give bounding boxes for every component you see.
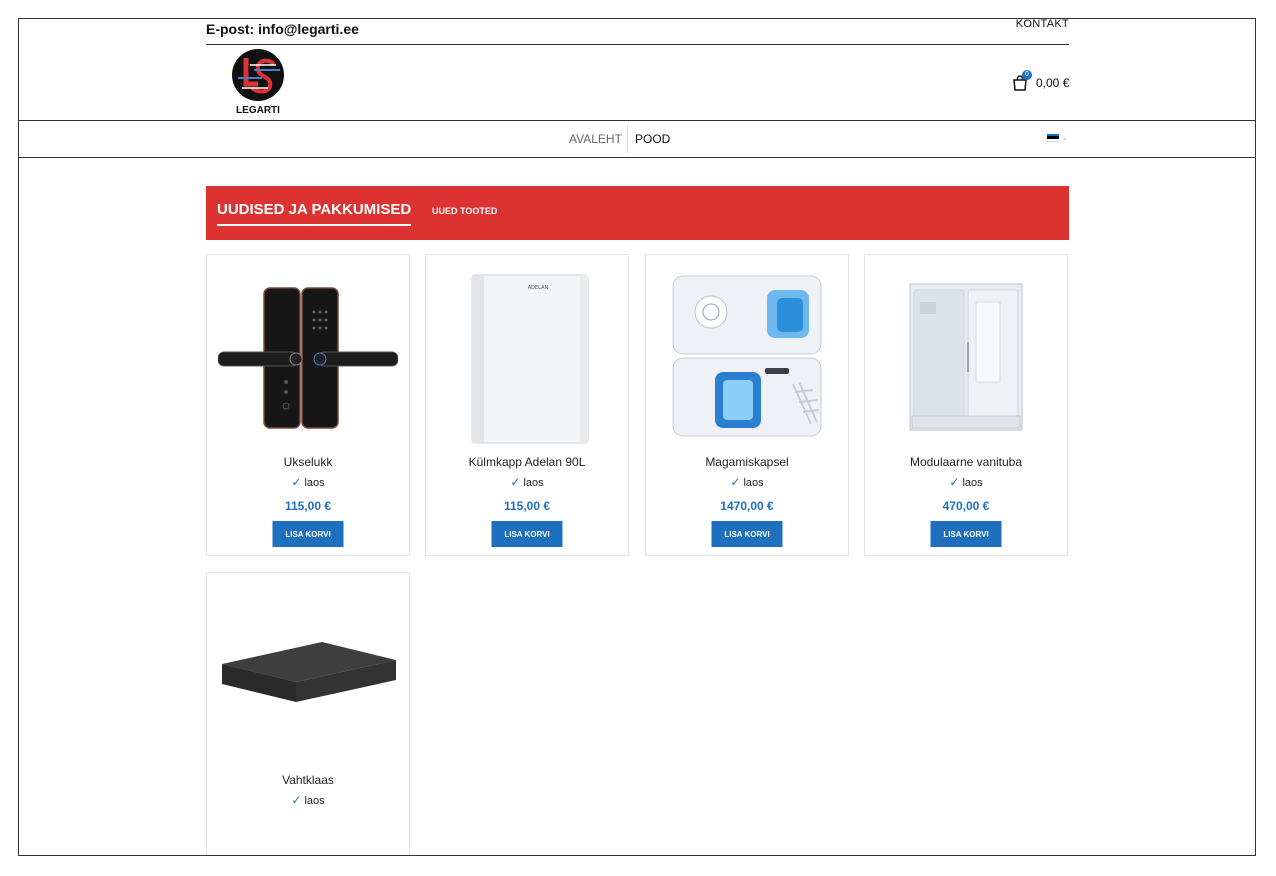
product-price: 1470,00 € [720, 499, 774, 513]
foam-board-icon [222, 642, 396, 702]
stock-status: ✓ laos [291, 475, 325, 489]
fridge-brand-label: ADELAN [528, 285, 549, 291]
main-nav: AVALEHT POOD ⌄ [19, 120, 1255, 158]
product-image[interactable] [217, 267, 399, 447]
product-image[interactable]: ADELAN [436, 267, 618, 447]
stock-status: ✓ laos [291, 793, 325, 807]
top-bar: E-post: info@legarti.ee KONTAKT [206, 19, 1069, 45]
stock-status: ✓ laos [730, 475, 764, 489]
logo-text: LEGARTI [236, 105, 280, 116]
add-to-cart-button[interactable]: LISA KORVI [491, 521, 563, 547]
product-card: ADELAN Külmkapp Adelan 90L ✓ laos 115,00 … [425, 254, 629, 556]
add-to-cart-button[interactable]: LISA KORVI [930, 521, 1002, 547]
product-image[interactable] [217, 585, 399, 765]
news-banner: UUDISED JA PAKKUMISED UUED TOOTED [206, 186, 1069, 240]
product-card: Magamiskapsel ✓ laos 1470,00 € LISA KORVI [645, 254, 849, 556]
check-icon: ✓ [730, 475, 741, 489]
check-icon: ✓ [291, 793, 302, 807]
add-to-cart-button[interactable]: LISA KORVI [711, 521, 783, 547]
nav-divider [627, 125, 628, 153]
product-name[interactable]: Vahtklaas [207, 773, 409, 787]
stock-status: ✓ laos [510, 475, 544, 489]
shopping-bag-icon: 0 [1012, 70, 1032, 91]
product-name[interactable]: Magamiskapsel [646, 455, 848, 469]
product-card: Modulaarne vanituba ✓ laos 470,00 € LISA … [864, 254, 1068, 556]
check-icon: ✓ [949, 475, 960, 489]
check-icon: ✓ [510, 475, 521, 489]
product-price: 115,00 € [503, 499, 551, 513]
language-switcher[interactable]: ⌄ [1047, 134, 1068, 142]
product-name[interactable]: Külmkapp Adelan 90L [426, 455, 628, 469]
tab-uued-tooted[interactable]: UUED TOOTED [432, 206, 497, 216]
cart-count-badge: 0 [1022, 70, 1032, 80]
sleep-capsule-icon [672, 275, 822, 437]
page-frame: E-post: info@legarti.ee KONTAKT LEGARTI … [18, 18, 1256, 856]
product-price: 470,00 € [942, 499, 990, 513]
nav-item-pood[interactable]: POOD [635, 121, 670, 157]
cart-total: 0,00 € [1036, 76, 1070, 90]
product-name[interactable]: Modulaarne vanituba [865, 455, 1067, 469]
check-icon: ✓ [291, 475, 302, 489]
contact-email[interactable]: E-post: info@legarti.ee [206, 21, 359, 37]
product-card: Ukselukk ✓ laos 115,00 € LISA KORVI [206, 254, 410, 556]
estonian-flag-icon [1047, 134, 1059, 142]
product-price: 115,00 € [284, 499, 332, 513]
fridge-icon: ADELAN [471, 274, 589, 444]
product-name[interactable]: Ukselukk [207, 455, 409, 469]
product-card: Vahtklaas ✓ laos [206, 572, 410, 855]
shower-room-icon [909, 283, 1023, 431]
add-to-cart-button[interactable]: LISA KORVI [272, 521, 344, 547]
kontakt-link[interactable]: KONTAKT [1016, 19, 1069, 30]
door-lock-icon [218, 287, 398, 429]
chevron-down-icon: ⌄ [1062, 135, 1068, 142]
stock-status: ✓ laos [949, 475, 983, 489]
product-image[interactable] [656, 267, 838, 447]
cart-widget[interactable]: 0 0,00 € [1012, 70, 1070, 93]
site-logo[interactable]: LEGARTI [228, 48, 288, 118]
product-image[interactable] [875, 267, 1057, 447]
legarti-logo-icon [232, 49, 284, 101]
banner-title[interactable]: UUDISED JA PAKKUMISED [217, 201, 412, 226]
nav-item-avaleht[interactable]: AVALEHT [569, 121, 622, 157]
